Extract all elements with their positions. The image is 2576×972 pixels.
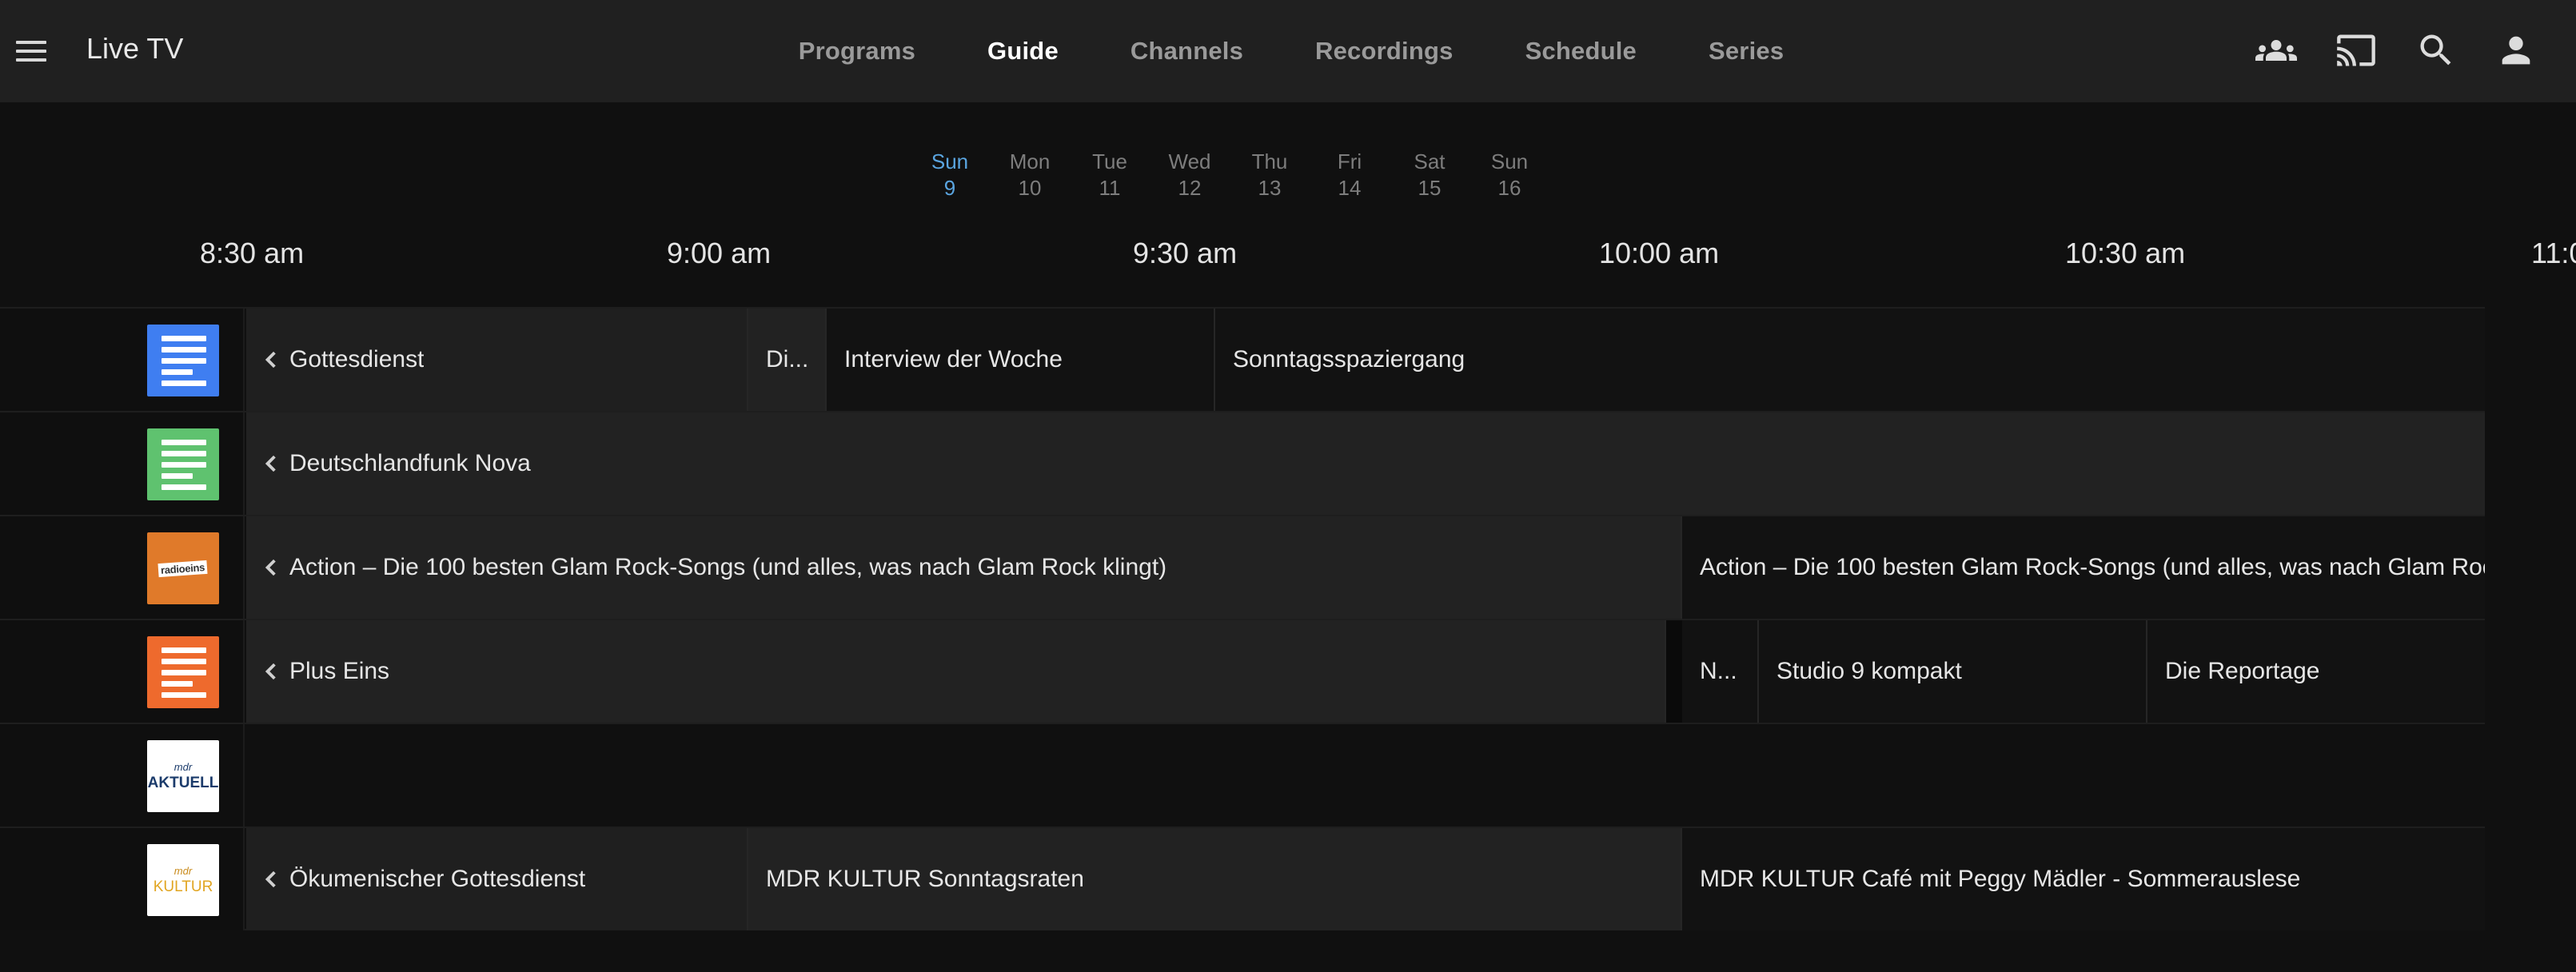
time-label: 10:00 am bbox=[1599, 237, 1720, 269]
program-cell[interactable]: Studio 9 kompakt bbox=[1759, 620, 2147, 723]
chevron-left-icon bbox=[264, 870, 278, 888]
program-cell[interactable]: Gottesdienst bbox=[246, 309, 748, 411]
nav-tabs: Programs Guide Channels Recordings Sched… bbox=[0, 0, 2576, 102]
channel-cell[interactable] bbox=[0, 309, 245, 411]
program-cell[interactable]: Action – Die 100 besten Glam Rock-Songs … bbox=[246, 516, 1682, 619]
program-title: Die Reportage bbox=[2165, 658, 2320, 684]
program-cell[interactable]: Die Reportage bbox=[2147, 620, 2485, 723]
channel-row: Gottesdienst Di... Interview der Woche S… bbox=[0, 307, 2485, 411]
channel-cell[interactable]: radioeins bbox=[0, 516, 245, 619]
time-label: 11:00 am bbox=[2531, 237, 2576, 269]
program-cell[interactable]: Action – Die 100 besten Glam Rock-Songs … bbox=[1682, 516, 2485, 619]
channel-row: mdr KULTUR Ökumenischer Gottesdienst MDR… bbox=[0, 827, 2485, 930]
channel-logo-icon bbox=[147, 636, 219, 708]
program-title: Deutschlandfunk Nova bbox=[289, 450, 531, 476]
tab-guide[interactable]: Guide bbox=[987, 37, 1059, 66]
program-cell[interactable]: Sonntagsspaziergang bbox=[1215, 309, 2485, 411]
day-wed-12[interactable]: Wed 12 bbox=[1150, 149, 1230, 201]
chevron-left-icon bbox=[264, 663, 278, 680]
program-title: Ökumenischer Gottesdienst bbox=[289, 866, 586, 892]
program-title: MDR KULTUR Sonntagsraten bbox=[766, 866, 1084, 892]
time-label: 9:00 am bbox=[667, 237, 772, 269]
program-title: MDR KULTUR Café mit Peggy Mädler - Somme… bbox=[1700, 866, 2301, 892]
channel-row: radioeins Action – Die 100 besten Glam R… bbox=[0, 515, 2485, 619]
tab-series[interactable]: Series bbox=[1709, 37, 1784, 66]
day-sun-16[interactable]: Sun 16 bbox=[1469, 149, 1549, 201]
account-icon[interactable] bbox=[2494, 29, 2538, 72]
search-icon[interactable] bbox=[2415, 29, 2458, 72]
day-mon-10[interactable]: Mon 10 bbox=[990, 149, 1070, 201]
program-cell[interactable]: Interview der Woche bbox=[827, 309, 1215, 411]
program-title: Studio 9 kompakt bbox=[1776, 658, 1962, 684]
program-cell[interactable]: Plus Eins bbox=[246, 620, 1666, 723]
program-title: Interview der Woche bbox=[844, 346, 1063, 372]
program-cell[interactable]: N... bbox=[1682, 620, 1759, 723]
channel-row: Deutschlandfunk Nova bbox=[0, 411, 2485, 515]
tab-schedule[interactable]: Schedule bbox=[1525, 37, 1637, 66]
tab-channels[interactable]: Channels bbox=[1130, 37, 1243, 66]
day-tue-11[interactable]: Tue 11 bbox=[1070, 149, 1150, 201]
day-sun-9[interactable]: Sun 9 bbox=[910, 149, 990, 201]
tab-recordings[interactable]: Recordings bbox=[1315, 37, 1453, 66]
program-cell[interactable]: MDR KULTUR Café mit Peggy Mädler - Somme… bbox=[1682, 828, 2485, 930]
chevron-left-icon bbox=[264, 351, 278, 368]
cast-icon[interactable] bbox=[2335, 29, 2378, 72]
channel-row: mdr AKTUELL bbox=[0, 723, 2485, 827]
time-label: 9:30 am bbox=[1133, 237, 1238, 269]
channel-cell[interactable]: mdr AKTUELL bbox=[0, 724, 245, 827]
program-cell[interactable]: Di... bbox=[748, 309, 827, 411]
program-title: Action – Die 100 besten Glam Rock-Songs … bbox=[1700, 554, 2485, 580]
channel-cell[interactable]: mdr KULTUR bbox=[0, 828, 245, 930]
day-sat-15[interactable]: Sat 15 bbox=[1390, 149, 1469, 201]
mdr-aktuell-logo: mdr AKTUELL bbox=[147, 740, 219, 812]
time-label: 10:30 am bbox=[2065, 237, 2186, 269]
chevron-left-icon bbox=[264, 559, 278, 576]
program-gap bbox=[1666, 620, 1682, 723]
program-cell[interactable]: Ökumenischer Gottesdienst bbox=[246, 828, 748, 930]
chevron-left-icon bbox=[264, 455, 278, 472]
channel-cell[interactable] bbox=[0, 412, 245, 515]
day-selector: Sun 9 Mon 10 Tue 11 Wed 12 Thu 13 Fri 14 Sat 15… bbox=[910, 149, 1549, 201]
menu-icon[interactable] bbox=[16, 35, 48, 67]
top-app-bar: Live TV Programs Guide Channels Recordin… bbox=[0, 0, 2576, 102]
header-actions bbox=[2255, 29, 2538, 72]
channel-logo-icon bbox=[147, 325, 219, 396]
program-title: N... bbox=[1700, 658, 1737, 684]
group-icon[interactable] bbox=[2255, 29, 2298, 72]
program-title: Sonntagsspaziergang bbox=[1233, 346, 1465, 372]
radio-logo: radioeins bbox=[147, 532, 219, 604]
mdr-kultur-logo: mdr KULTUR bbox=[147, 844, 219, 916]
channel-cell[interactable] bbox=[0, 620, 245, 723]
program-title: Gottesdienst bbox=[289, 346, 425, 372]
day-fri-14[interactable]: Fri 14 bbox=[1310, 149, 1390, 201]
channel-row: Plus Eins N... Studio 9 kompakt Die Repo… bbox=[0, 619, 2485, 723]
program-title: Di... bbox=[766, 346, 809, 372]
app-title: Live TV bbox=[86, 32, 184, 65]
channel-logo-icon bbox=[147, 428, 219, 500]
day-thu-13[interactable]: Thu 13 bbox=[1230, 149, 1310, 201]
guide-grid: Gottesdienst Di... Interview der Woche S… bbox=[0, 307, 2485, 930]
program-title: Plus Eins bbox=[289, 658, 390, 684]
program-cell[interactable]: MDR KULTUR Sonntagsraten bbox=[748, 828, 1682, 930]
tab-programs[interactable]: Programs bbox=[799, 37, 915, 66]
time-ruler: 8:30 am 9:00 am 9:30 am 10:00 am 10:30 a… bbox=[0, 237, 2576, 273]
program-cell[interactable]: Deutschlandfunk Nova bbox=[246, 412, 2485, 515]
time-label: 8:30 am bbox=[200, 237, 305, 269]
program-title: Action – Die 100 besten Glam Rock-Songs … bbox=[289, 554, 1167, 580]
